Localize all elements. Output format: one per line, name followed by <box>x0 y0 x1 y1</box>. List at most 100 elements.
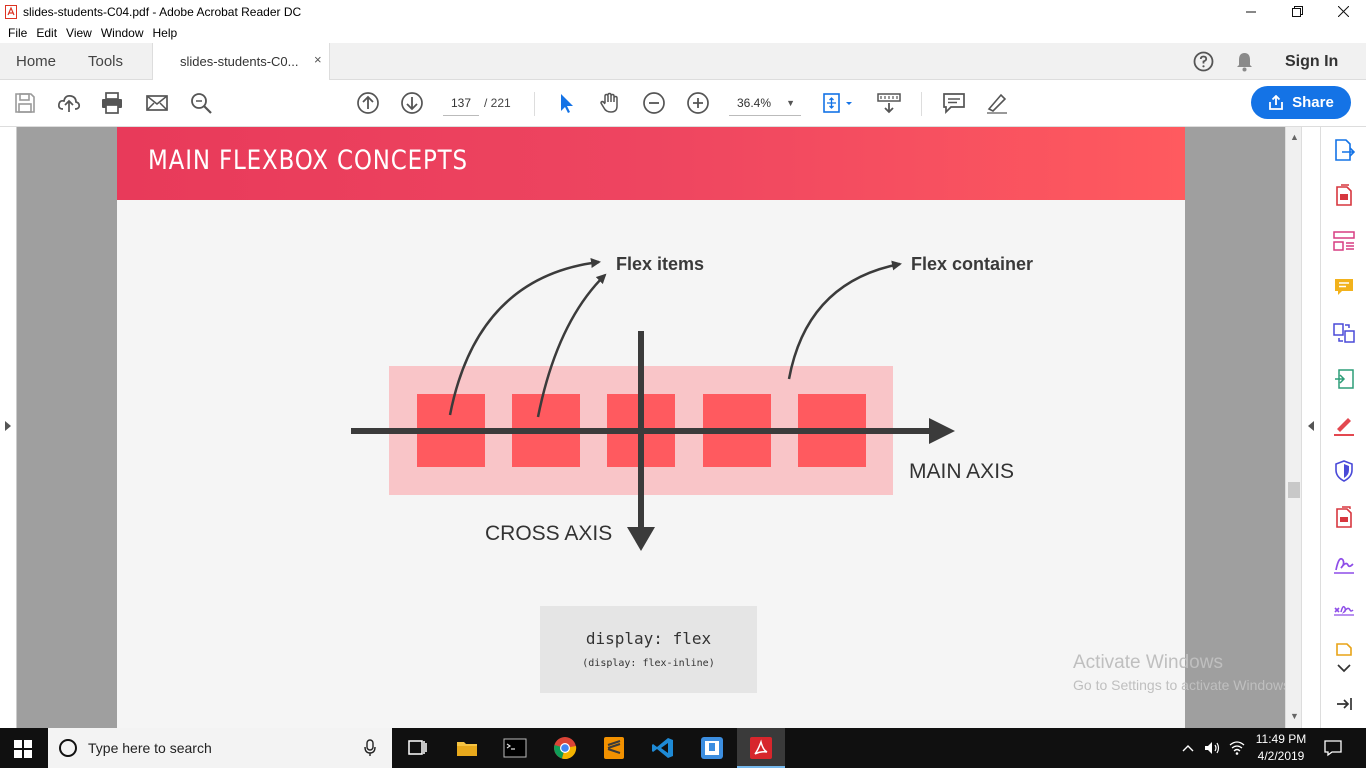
menu-edit[interactable]: Edit <box>36 26 57 40</box>
sign-in-link[interactable]: Sign In <box>1285 53 1338 71</box>
pdf-page: MAIN FLEXBOX CONCEPTS Flex items Flex co… <box>117 127 1185 728</box>
close-button[interactable] <box>1320 0 1366 23</box>
microphone-icon[interactable] <box>364 739 376 757</box>
find-icon[interactable] <box>189 91 213 115</box>
page-up-icon[interactable] <box>356 91 380 115</box>
right-panel-toggle[interactable] <box>1301 127 1320 728</box>
main-toolbar: 137 / 221 36.4% ▼ <box>0 80 1366 127</box>
restore-button[interactable] <box>1274 0 1320 23</box>
code-snippet-box: display: flex (display: flex-inline) <box>540 606 757 693</box>
sign-highlight-icon[interactable] <box>985 91 1009 115</box>
read-mode-icon[interactable] <box>877 91 901 115</box>
comment-icon[interactable] <box>942 91 966 115</box>
menu-file[interactable]: File <box>8 26 27 40</box>
send-for-review-icon[interactable] <box>1333 506 1355 528</box>
share-label: Share <box>1292 94 1334 111</box>
fill-sign-icon[interactable] <box>1333 414 1355 436</box>
acrobat-icon[interactable] <box>749 736 773 760</box>
share-icon <box>1269 95 1284 110</box>
help-icon[interactable] <box>1193 51 1214 72</box>
combine-files-icon[interactable] <box>1333 322 1355 344</box>
save-icon[interactable] <box>13 91 37 115</box>
taskbar-search[interactable]: Type here to search <box>48 728 392 768</box>
window-controls <box>1228 0 1366 23</box>
share-button[interactable]: Share <box>1251 86 1351 119</box>
email-icon[interactable] <box>145 91 169 115</box>
toolbar-divider <box>921 92 922 116</box>
left-panel-toggle[interactable] <box>0 127 17 728</box>
flex-container-pointer <box>787 260 902 380</box>
title-bar: slides-students-C04.pdf - Adobe Acrobat … <box>0 0 1366 23</box>
tools-pane <box>1320 127 1366 728</box>
window-title: slides-students-C04.pdf - Adobe Acrobat … <box>23 4 302 19</box>
activate-windows-title: Activate Windows <box>1073 652 1223 673</box>
export-pdf-icon[interactable] <box>1333 139 1356 161</box>
pan-hand-icon[interactable] <box>598 91 622 115</box>
vscode-icon[interactable] <box>651 736 675 760</box>
acrobat-app-icon <box>5 4 17 19</box>
protect-icon[interactable] <box>1333 460 1355 482</box>
menu-window[interactable]: Window <box>101 26 144 40</box>
scroll-down-icon[interactable]: ▼ <box>1290 711 1299 721</box>
tab-bar: Home Tools slides-students-C0... × Sign … <box>0 43 1366 80</box>
tab-document[interactable]: slides-students-C0... × <box>152 43 330 80</box>
menu-bar: File Edit View Window Help <box>0 23 1366 43</box>
tab-home[interactable]: Home <box>16 53 56 70</box>
sublime-icon[interactable] <box>602 736 626 760</box>
network-icon[interactable] <box>1228 738 1246 756</box>
tray-chevron-up-icon[interactable] <box>1182 743 1194 753</box>
taskbar-search-placeholder: Type here to search <box>88 740 212 756</box>
volume-icon[interactable] <box>1204 740 1222 756</box>
collapse-right-panel-icon <box>1308 421 1314 431</box>
windows-taskbar: Type here to search 11:49 PM 4/2/2019 <box>0 728 1366 768</box>
clock-date[interactable]: 4/2/2019 <box>1250 749 1312 763</box>
zoom-level-value: 36.4% <box>737 96 772 110</box>
app-icon[interactable] <box>700 736 724 760</box>
code-display-inline: (display: flex-inline) <box>582 658 715 669</box>
zoom-level-dropdown[interactable]: 36.4% ▼ <box>729 94 801 116</box>
restore-icon <box>1291 6 1303 17</box>
collapse-panel-icon[interactable] <box>1333 693 1355 715</box>
select-arrow-icon[interactable] <box>555 91 579 115</box>
tab-close-icon[interactable]: × <box>314 52 322 67</box>
cross-axis-label: CROSS AXIS <box>485 522 613 545</box>
tab-tools[interactable]: Tools <box>88 53 123 70</box>
print-icon[interactable] <box>100 91 124 115</box>
scroll-up-icon[interactable]: ▲ <box>1290 132 1299 142</box>
windows-start-icon[interactable] <box>14 740 32 758</box>
scroll-thumb[interactable] <box>1288 482 1300 498</box>
minimize-button[interactable] <box>1228 0 1274 23</box>
zoom-out-icon[interactable] <box>642 91 666 115</box>
menu-view[interactable]: View <box>66 26 92 40</box>
create-pdf-icon[interactable] <box>1333 184 1355 206</box>
toolbar-divider <box>534 92 535 116</box>
expand-left-panel-icon <box>5 421 11 431</box>
terminal-icon[interactable] <box>503 736 527 760</box>
main-axis-label: MAIN AXIS <box>909 460 1015 483</box>
edit-pdf-icon[interactable] <box>1333 368 1355 390</box>
code-display-flex: display: flex <box>585 629 712 648</box>
clock-time[interactable]: 11:49 PM <box>1250 732 1312 746</box>
file-explorer-icon[interactable] <box>455 736 479 760</box>
notifications-bell-icon[interactable] <box>1235 51 1254 72</box>
chevron-down-icon: ▼ <box>786 98 795 108</box>
comment-tool-icon[interactable] <box>1333 276 1355 298</box>
minimize-icon <box>1246 11 1256 12</box>
fit-page-icon[interactable] <box>822 91 856 115</box>
task-view-icon[interactable] <box>405 736 429 760</box>
certificates-icon[interactable] <box>1333 598 1355 620</box>
page-down-icon[interactable] <box>400 91 424 115</box>
search-circle-icon <box>59 739 77 757</box>
request-signature-icon[interactable] <box>1333 552 1355 574</box>
total-pages: / 221 <box>484 96 511 110</box>
action-center-icon[interactable] <box>1324 739 1342 757</box>
vertical-scrollbar[interactable]: ▲ ▼ <box>1285 127 1301 728</box>
menu-help[interactable]: Help <box>153 26 178 40</box>
chrome-icon[interactable] <box>553 736 577 760</box>
upload-cloud-icon[interactable] <box>57 91 81 115</box>
expand-chevron-icon[interactable] <box>1333 657 1355 679</box>
organize-pages-icon[interactable] <box>1333 230 1355 252</box>
zoom-in-icon[interactable] <box>686 91 710 115</box>
current-page-input[interactable]: 137 <box>443 94 479 116</box>
flex-items-label: Flex items <box>616 254 705 274</box>
